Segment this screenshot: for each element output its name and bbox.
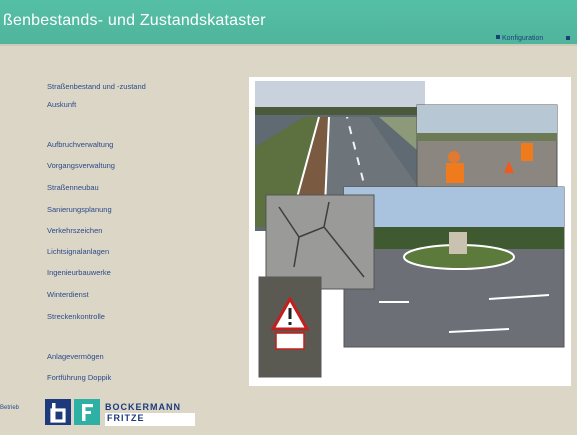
nav-item-verkehrszeichen[interactable]: Verkehrszeichen bbox=[47, 226, 102, 235]
nav-item-ingenieurbauwerke[interactable]: Ingenieurbauwerke bbox=[47, 268, 111, 277]
bullet-icon bbox=[496, 35, 500, 39]
nav-item-streckenkontrolle[interactable]: Streckenkontrolle bbox=[47, 312, 105, 321]
nav-item-strassenbestand[interactable]: Straßenbestand und -zustand bbox=[47, 82, 146, 91]
company-logo: BOCKERMANN FRITZE bbox=[45, 399, 195, 427]
photo-collage-image bbox=[255, 81, 565, 378]
nav-item-auskunft[interactable]: Auskunft bbox=[47, 100, 76, 109]
nav-item-vorgangsverwaltung[interactable]: Vorgangsverwaltung bbox=[47, 161, 115, 170]
nav-item-lichtsignalanlagen[interactable]: Lichtsignalanlagen bbox=[47, 247, 109, 256]
configuration-link-label: Konfiguration bbox=[502, 35, 544, 42]
footer-label: Betrieb bbox=[0, 405, 20, 411]
bullet-icon bbox=[566, 36, 570, 40]
logo-b-icon bbox=[50, 403, 66, 423]
app-title: ßenbestands- und Zustandskataster bbox=[3, 12, 266, 29]
logo-f-mark bbox=[74, 399, 100, 425]
nav-item-strassenneubau[interactable]: Straßenneubau bbox=[47, 183, 99, 192]
nav-item-fortfuehrung-doppik[interactable]: Fortführung Doppik bbox=[47, 373, 111, 382]
logo-text-fritze: FRITZE bbox=[105, 413, 195, 426]
logo-b-mark bbox=[45, 399, 71, 425]
nav-item-aufbruchverwaltung[interactable]: Aufbruchverwaltung bbox=[47, 140, 113, 149]
configuration-link[interactable]: Konfiguration bbox=[496, 35, 543, 42]
nav-item-winterdienst[interactable]: Winterdienst bbox=[47, 290, 89, 299]
nav-item-anlagevermoegen[interactable]: Anlagevermögen bbox=[47, 352, 104, 361]
nav-item-sanierungsplanung[interactable]: Sanierungsplanung bbox=[47, 205, 112, 214]
header-bar: ßenbestands- und Zustandskataster Konfig… bbox=[0, 0, 577, 44]
header-divider bbox=[0, 44, 577, 46]
photo-collage bbox=[249, 77, 571, 386]
logo-f-icon bbox=[82, 404, 93, 421]
logo-text-bockermann: BOCKERMANN bbox=[105, 402, 181, 412]
roundabout-photo bbox=[343, 186, 565, 348]
asphalt-crack-photo bbox=[265, 194, 375, 290]
road-sign-photo bbox=[258, 276, 322, 378]
